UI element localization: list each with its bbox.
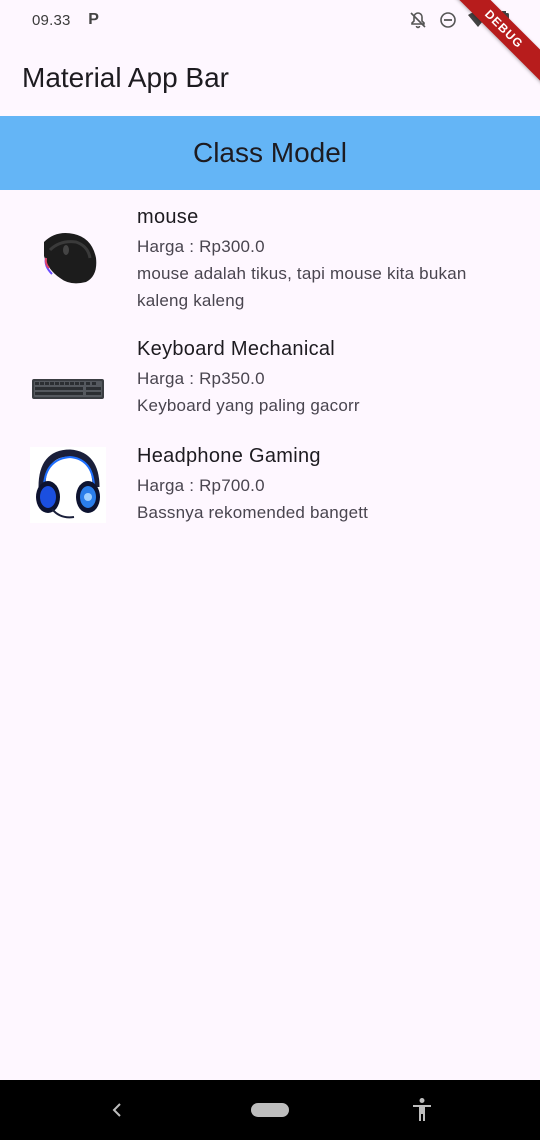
home-button[interactable]: [251, 1103, 289, 1117]
list-item[interactable]: Keyboard Mechanical Harga : Rp350.0 Keyb…: [0, 336, 540, 430]
back-icon[interactable]: [110, 1100, 124, 1120]
list-item[interactable]: Headphone Gaming Harga : Rp700.0 Bassnya…: [0, 443, 540, 537]
system-navigation-bar: [0, 1080, 540, 1140]
status-time: 09.33: [32, 11, 71, 29]
list-item[interactable]: mouse Harga : Rp300.0 mouse adalah tikus…: [0, 202, 540, 322]
product-description: Bassnya rekomended bangett: [137, 503, 369, 522]
notifications-off-icon: [410, 12, 426, 29]
product-info: Headphone Gaming Harga : Rp700.0 Bassnya…: [137, 443, 520, 526]
app-bar: Material App Bar: [0, 40, 540, 116]
app-bar-title: Material App Bar: [22, 62, 229, 93]
product-description: kaleng kaleng: [137, 291, 245, 310]
gaming-headphone-image: [30, 447, 106, 523]
header-banner: Class Model: [0, 116, 540, 190]
app-notification-icon: P: [88, 11, 99, 28]
product-info: mouse Harga : Rp300.0 mouse adalah tikus…: [137, 204, 520, 314]
header-title: Class Model: [192, 137, 348, 168]
do-not-disturb-icon: [440, 12, 456, 28]
product-price: Harga : Rp700.0: [137, 476, 265, 495]
product-info: Keyboard Mechanical Harga : Rp350.0 Keyb…: [137, 336, 520, 419]
product-price: Harga : Rp350.0: [137, 369, 265, 388]
accessibility-icon[interactable]: [411, 1097, 433, 1123]
product-description: Keyboard yang paling gacorr: [137, 396, 360, 415]
product-name: Headphone Gaming: [137, 445, 321, 467]
product-name: Keyboard Mechanical: [137, 338, 336, 360]
product-name: mouse: [137, 206, 199, 228]
gaming-mouse-image: [30, 228, 106, 304]
product-description: mouse adalah tikus, tapi mouse kita buka…: [137, 264, 467, 283]
product-price: Harga : Rp300.0: [137, 237, 265, 256]
status-bar: 09.33 P: [0, 0, 540, 40]
keyboard-image: [30, 350, 106, 426]
